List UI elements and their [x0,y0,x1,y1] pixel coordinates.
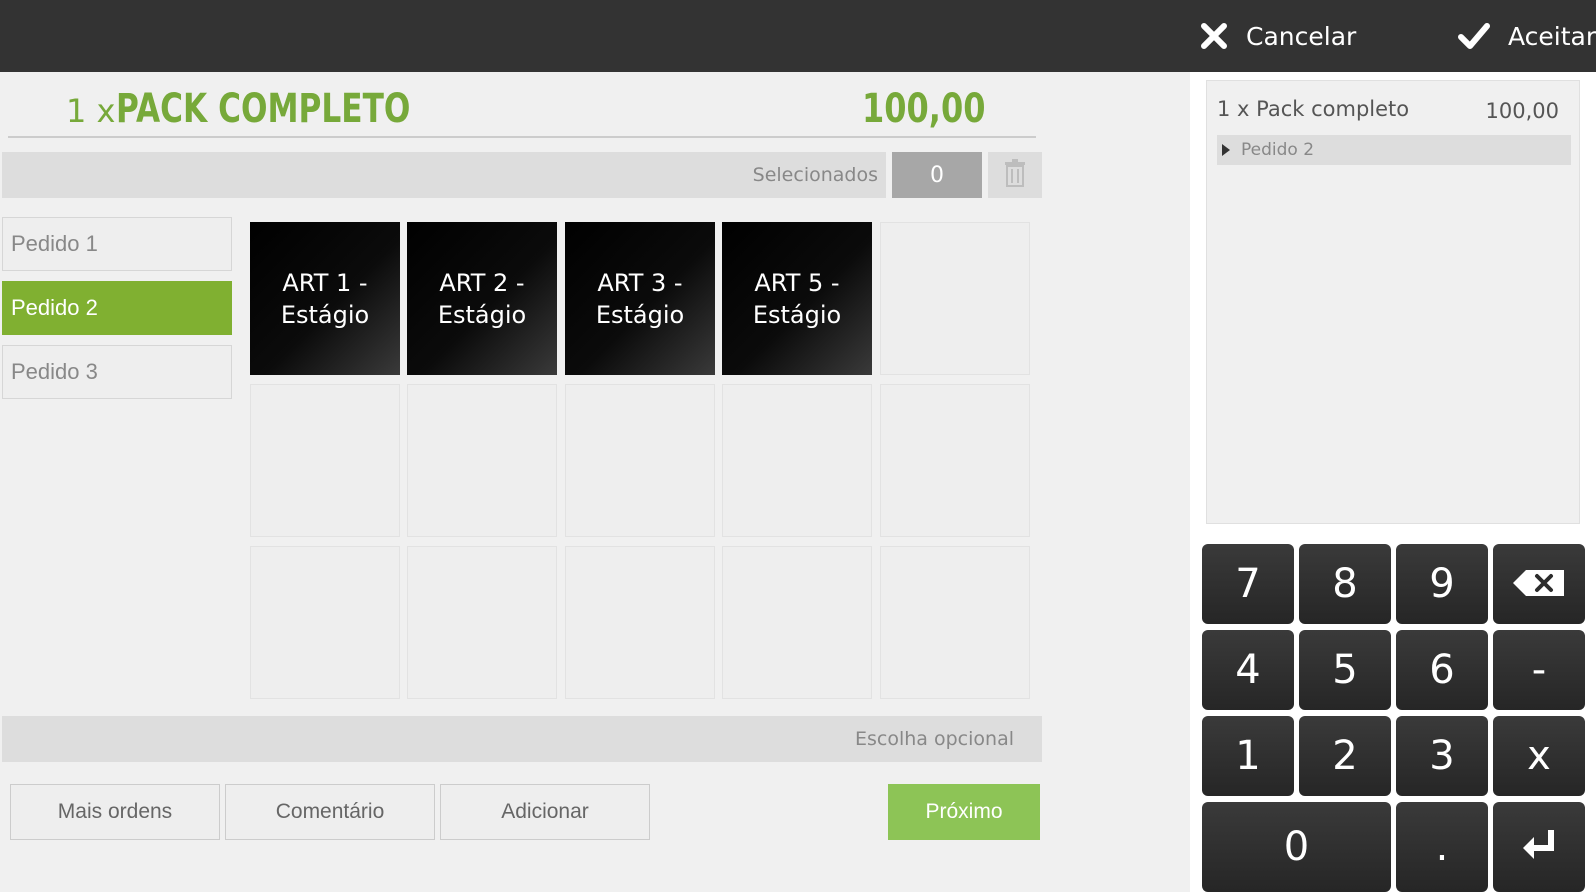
trash-icon [1004,158,1026,192]
key-3[interactable]: 3 [1396,716,1488,796]
key-5[interactable]: 5 [1299,630,1391,710]
key-0[interactable]: 0 [1202,802,1391,892]
order-tab-label: Pedido 3 [11,359,98,384]
accept-button[interactable]: Aceitar [1458,0,1596,72]
empty-tile [407,384,557,537]
key-7[interactable]: 7 [1202,544,1294,624]
item-name: PACK COMPLETO [116,86,411,132]
top-bar: Cancelar Aceitar [0,0,1596,72]
empty-tile [407,546,557,699]
empty-tile [250,384,400,537]
article-tile[interactable]: ART 5 - Estágio [722,222,872,375]
selection-label: Selecionados [752,164,878,186]
key-minus[interactable]: - [1493,630,1585,710]
menu-panel: 1 x PACK COMPLETO 100,00 Selecionados 0 … [0,72,1190,892]
article-tile[interactable]: ART 1 - Estágio [250,222,400,375]
order-tab-3[interactable]: Pedido 3 [2,345,232,399]
order-tab-2[interactable]: Pedido 2 [2,281,232,335]
delete-selection-button[interactable] [988,152,1042,198]
more-orders-button[interactable]: Mais ordens [10,784,220,840]
caret-right-icon [1221,143,1231,157]
empty-tile [565,384,715,537]
empty-tile [880,546,1030,699]
backspace-key[interactable] [1493,544,1585,624]
order-tab-label: Pedido 1 [11,231,98,256]
more-orders-label: Mais ordens [57,800,173,823]
next-button[interactable]: Próximo [888,784,1040,840]
selection-count: 0 [892,152,982,198]
item-title-row: 1 x PACK COMPLETO 100,00 [8,86,1036,138]
close-icon [1200,22,1228,50]
key-4[interactable]: 4 [1202,630,1294,710]
order-tab-1[interactable]: Pedido 1 [2,217,232,271]
order-summary: 1 x Pack completo 100,00 Pedido 2 [1206,80,1580,524]
add-button[interactable]: Adicionar [440,784,650,840]
key-multiply[interactable]: x [1493,716,1585,796]
order-summary-panel: 1 x Pack completo 100,00 Pedido 2 7 8 9 … [1190,72,1596,892]
key-decimal[interactable]: . [1396,802,1488,892]
accept-label: Aceitar [1508,21,1596,51]
summary-sub-order[interactable]: Pedido 2 [1217,135,1571,165]
article-tile[interactable]: ART 3 - Estágio [565,222,715,375]
article-label: ART 5 - Estágio [752,268,842,329]
empty-tile [565,546,715,699]
summary-line-item: 1 x Pack completo [1217,97,1410,121]
backspace-icon [1512,561,1566,607]
key-1[interactable]: 1 [1202,716,1294,796]
key-8[interactable]: 8 [1299,544,1391,624]
summary-line-price: 100,00 [1485,99,1559,123]
item-price: 100,00 [862,86,986,132]
optional-choice-bar: Escolha opcional [2,716,1042,762]
empty-tile [880,222,1030,375]
article-label: ART 1 - Estágio [280,268,370,329]
key-9[interactable]: 9 [1396,544,1488,624]
numeric-keypad: 7 8 9 4 5 6 - 1 2 3 x 0 . [1202,544,1592,892]
next-label: Próximo [925,800,1003,823]
add-label: Adicionar [501,800,589,823]
item-quantity: 1 x [66,92,116,130]
article-tile[interactable]: ART 2 - Estágio [407,222,557,375]
cancel-button[interactable]: Cancelar [1200,0,1356,72]
key-6[interactable]: 6 [1396,630,1488,710]
checkmark-icon [1458,22,1490,50]
empty-tile [722,546,872,699]
empty-tile [880,384,1030,537]
order-tab-label: Pedido 2 [11,295,98,320]
optional-choice-label: Escolha opcional [855,728,1014,750]
article-label: ART 2 - Estágio [437,268,527,329]
empty-tile [722,384,872,537]
enter-key[interactable] [1493,802,1585,892]
key-2[interactable]: 2 [1299,716,1391,796]
summary-sub-order-label: Pedido 2 [1241,140,1315,160]
article-label: ART 3 - Estágio [595,268,685,329]
empty-tile [250,546,400,699]
comment-button[interactable]: Comentário [225,784,435,840]
cancel-label: Cancelar [1246,21,1357,51]
enter-icon [1521,824,1557,870]
comment-label: Comentário [275,800,385,823]
selection-bar: Selecionados [2,152,886,198]
